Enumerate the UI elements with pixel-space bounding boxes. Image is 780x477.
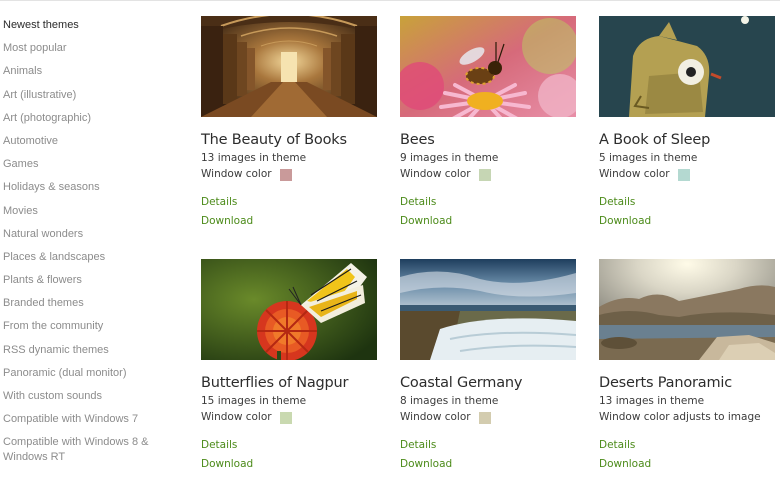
window-color-label: Window color adjusts to image [599, 411, 761, 423]
details-link[interactable]: Details [599, 195, 777, 209]
sidebar-item-art-photographic[interactable]: Art (photographic) [3, 107, 173, 130]
sidebar-item-windows-8[interactable]: Compatible with Windows 8 & Windows RT [3, 431, 153, 465]
theme-thumbnail-desert[interactable] [599, 259, 775, 360]
image-count: 13 images in theme [201, 152, 307, 164]
sidebar-item-places-landscapes[interactable]: Places & landscapes [3, 246, 173, 269]
sidebar-item-newest-themes[interactable]: Newest themes [3, 14, 173, 37]
theme-card: Bees 9 images in theme Window color Deta… [400, 16, 578, 228]
sidebar-item-branded-themes[interactable]: Branded themes [3, 292, 173, 315]
download-link[interactable]: Download [599, 214, 777, 228]
details-link[interactable]: Details [599, 438, 777, 452]
details-link[interactable]: Details [201, 438, 379, 452]
image-count: 5 images in theme [599, 152, 698, 164]
sidebar-item-automotive[interactable]: Automotive [3, 130, 173, 153]
theme-thumbnail-butterfly[interactable] [201, 259, 377, 360]
window-color-swatch [677, 168, 690, 181]
details-link[interactable]: Details [400, 195, 578, 209]
category-sidebar: Newest themes Most popular Animals Art (… [3, 14, 173, 465]
window-color-label: Window color [400, 411, 471, 423]
butterfly-image [201, 259, 377, 360]
sidebar-item-most-popular[interactable]: Most popular [3, 37, 173, 60]
window-color-label: Window color [201, 168, 272, 180]
image-count: 8 images in theme [400, 395, 499, 407]
image-count: 9 images in theme [400, 152, 499, 164]
theme-card: A Book of Sleep 5 images in theme Window… [599, 16, 777, 228]
coast-image [400, 259, 576, 360]
window-color-swatch [478, 168, 491, 181]
window-color: Window color [400, 409, 578, 426]
window-color: Window color adjusts to image [599, 409, 777, 426]
sidebar-item-plants-flowers[interactable]: Plants & flowers [3, 269, 173, 292]
bee-image [400, 16, 576, 117]
details-link[interactable]: Details [201, 195, 379, 209]
theme-card: Butterflies of Nagpur 15 images in theme… [201, 259, 379, 471]
details-link[interactable]: Details [400, 438, 578, 452]
window-color-label: Window color [400, 168, 471, 180]
download-link[interactable]: Download [201, 457, 379, 471]
owl-illustration [599, 16, 775, 117]
window-color-label: Window color [599, 168, 670, 180]
theme-card: The Beauty of Books 13 images in theme W… [201, 16, 379, 228]
sidebar-item-holidays-seasons[interactable]: Holidays & seasons [3, 176, 173, 199]
sidebar-item-movies[interactable]: Movies [3, 200, 173, 223]
image-count: 15 images in theme [201, 395, 307, 407]
window-color: Window color [201, 166, 379, 183]
theme-thumbnail-coast[interactable] [400, 259, 576, 360]
sidebar-item-games[interactable]: Games [3, 153, 173, 176]
sidebar-item-animals[interactable]: Animals [3, 60, 173, 83]
download-link[interactable]: Download [599, 457, 777, 471]
theme-title[interactable]: Deserts Panoramic [599, 374, 777, 392]
sidebar-item-rss-dynamic[interactable]: RSS dynamic themes [3, 339, 173, 362]
image-count: 13 images in theme [599, 395, 705, 407]
window-color-label: Window color [201, 411, 272, 423]
download-link[interactable]: Download [201, 214, 379, 228]
theme-card: Coastal Germany 8 images in theme Window… [400, 259, 578, 471]
sidebar-item-natural-wonders[interactable]: Natural wonders [3, 223, 173, 246]
top-divider [0, 0, 780, 1]
window-color: Window color [400, 166, 578, 183]
library-image [201, 16, 377, 117]
download-link[interactable]: Download [400, 214, 578, 228]
sidebar-item-windows-7[interactable]: Compatible with Windows 7 [3, 408, 173, 431]
theme-title[interactable]: Bees [400, 131, 578, 149]
theme-thumbnail-bee[interactable] [400, 16, 576, 117]
desert-image [599, 259, 775, 360]
theme-card: Deserts Panoramic 13 images in theme Win… [599, 259, 777, 471]
sidebar-item-custom-sounds[interactable]: With custom sounds [3, 385, 173, 408]
sidebar-item-panoramic[interactable]: Panoramic (dual monitor) [3, 362, 173, 385]
theme-title[interactable]: The Beauty of Books [201, 131, 379, 149]
window-color: Window color [201, 409, 379, 426]
theme-title[interactable]: A Book of Sleep [599, 131, 777, 149]
theme-title[interactable]: Butterflies of Nagpur [201, 374, 379, 392]
sidebar-item-art-illustrative[interactable]: Art (illustrative) [3, 84, 173, 107]
theme-title[interactable]: Coastal Germany [400, 374, 578, 392]
window-color-swatch [478, 411, 491, 424]
window-color-swatch [279, 411, 292, 424]
window-color-swatch [279, 168, 292, 181]
theme-thumbnail-library[interactable] [201, 16, 377, 117]
window-color: Window color [599, 166, 777, 183]
theme-thumbnail-owl[interactable] [599, 16, 775, 117]
download-link[interactable]: Download [400, 457, 578, 471]
sidebar-item-from-community[interactable]: From the community [3, 315, 173, 338]
